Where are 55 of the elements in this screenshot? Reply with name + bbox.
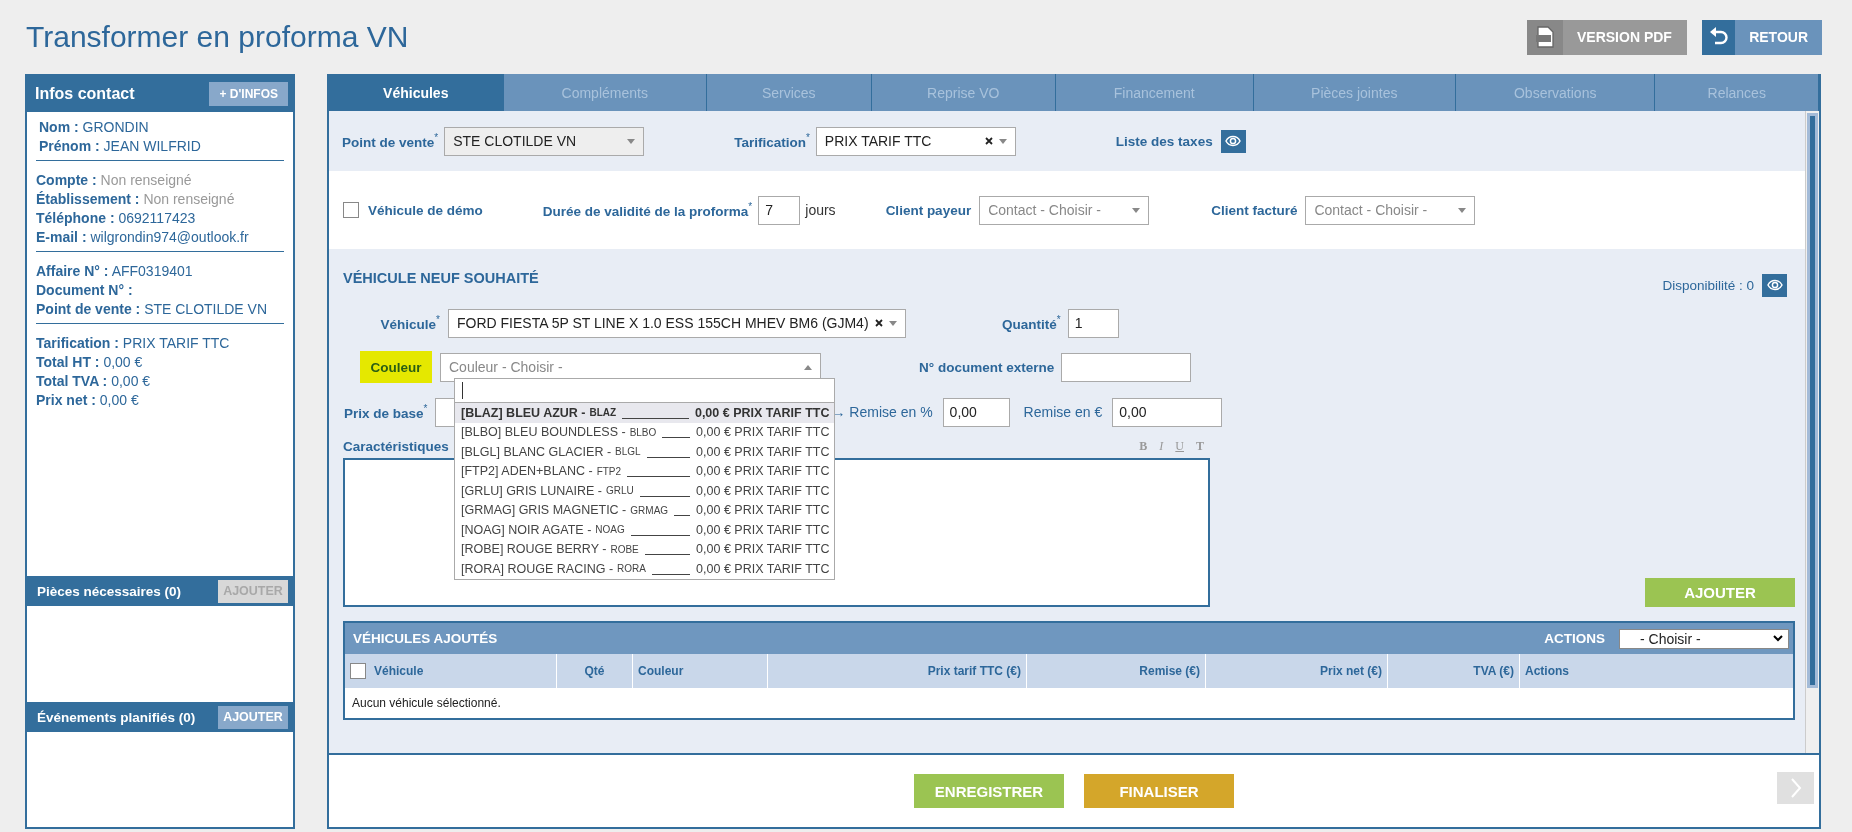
availability-text: Disponibilité : 0 bbox=[1662, 277, 1754, 293]
field-value: STE CLOTILDE VN bbox=[144, 301, 268, 317]
field-label: Remise en € bbox=[1023, 404, 1103, 420]
field-label: Prix de base$^{*}$ bbox=[344, 403, 428, 421]
table-title: VÉHICULES AJOUTÉS bbox=[353, 631, 499, 646]
field-value: GRONDIN bbox=[82, 119, 149, 135]
column-header: Actions bbox=[1524, 663, 1570, 680]
field-value: 0692117423 bbox=[118, 210, 196, 226]
field-label: Prénom : bbox=[39, 138, 100, 154]
field-value: 0,00 € bbox=[111, 373, 151, 389]
column-header: Prix tarif TTC (€) bbox=[768, 654, 1027, 688]
column-header: Véhicule bbox=[374, 664, 424, 678]
column-header: Remise (€) bbox=[1027, 654, 1206, 688]
field-label: ACTIONS bbox=[1544, 631, 1605, 646]
field-label: Tarification$^{*}$ bbox=[734, 132, 810, 150]
field-label: Point de vente$^{*}$ bbox=[342, 132, 439, 150]
column-header: Qté bbox=[557, 654, 633, 688]
field-label: Tarification : bbox=[36, 335, 119, 351]
field-label: N° document externe bbox=[919, 359, 1055, 375]
field-label: Client payeur bbox=[885, 202, 972, 218]
section-title: VÉHICULE NEUF SOUHAITÉ bbox=[343, 270, 539, 286]
field-label: E-mail : bbox=[36, 229, 87, 245]
field-label: Caractéristiques bbox=[343, 439, 449, 454]
panel-title: Infos contact bbox=[35, 85, 135, 103]
field-label: Compte : bbox=[36, 172, 97, 188]
column-header: Couleur bbox=[633, 654, 768, 688]
field-label: Liste des taxes bbox=[1115, 133, 1213, 149]
field-value: AFF0319401 bbox=[111, 263, 193, 279]
unit-label: jours bbox=[805, 202, 836, 218]
field-value: wilgrondin974@outlook.fr bbox=[90, 229, 249, 245]
field-value: 0,00 € bbox=[99, 392, 139, 408]
field-label: Véhicule$^{*}$ bbox=[379, 314, 440, 332]
page-title: Transformer en proforma VN bbox=[26, 20, 409, 54]
field-label: Client facturé bbox=[1211, 202, 1298, 218]
column-header: TVA (€) bbox=[1388, 654, 1520, 688]
field-label: Durée de validité de la proforma$^{*}$ bbox=[542, 201, 753, 219]
field-label: Total TVA : bbox=[36, 373, 108, 389]
panel-title: Pièces nécessaires (0) bbox=[37, 583, 182, 599]
field-value: 0,00 € bbox=[103, 354, 143, 370]
field-label: Affaire N° : bbox=[36, 263, 109, 279]
field-value: JEAN WILFRID bbox=[103, 138, 201, 154]
panel-title: Événements planifiés (0) bbox=[37, 709, 196, 725]
field-label: Point de vente : bbox=[36, 301, 141, 317]
field-label: Véhicule de démo bbox=[368, 202, 483, 218]
field-value: PRIX TARIF TTC bbox=[122, 335, 230, 351]
empty-message: Aucun véhicule sélectionné. bbox=[351, 695, 502, 712]
column-header: Prix net (€) bbox=[1206, 654, 1388, 688]
field-label: Téléphone : bbox=[36, 210, 115, 226]
field-label: Document N° : bbox=[36, 282, 133, 298]
field-label: Total HT : bbox=[36, 354, 100, 370]
field-label: Prix net : bbox=[36, 392, 96, 408]
field-label: Établissement : bbox=[36, 191, 140, 207]
field-label: Nom : bbox=[39, 119, 79, 135]
field-label: Couleur bbox=[360, 351, 432, 383]
field-label: Quantité$^{*}$ bbox=[1002, 314, 1061, 332]
